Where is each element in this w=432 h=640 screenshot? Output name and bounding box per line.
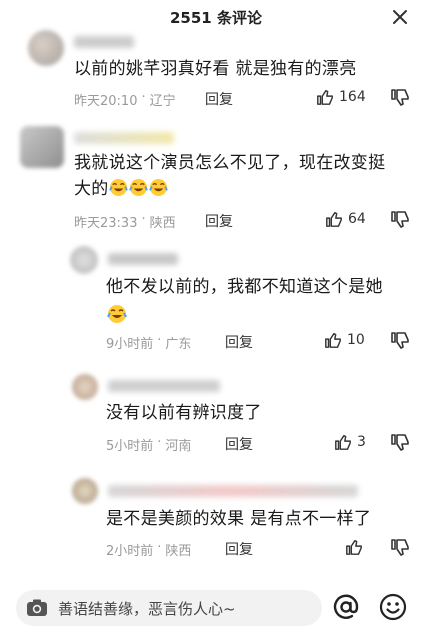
comment-meta: 2小时前 · 陕西 bbox=[106, 540, 192, 559]
comments-count-title: 2551 条评论 bbox=[170, 8, 262, 27]
thumb-down-icon[interactable] bbox=[390, 210, 410, 230]
avatar[interactable] bbox=[70, 246, 98, 274]
comment-location: 陕西 bbox=[165, 544, 192, 559]
like-count: 64 bbox=[348, 211, 366, 227]
close-icon[interactable] bbox=[390, 7, 410, 27]
username-blurred[interactable] bbox=[74, 132, 174, 144]
comment-time: 2小时前 bbox=[106, 544, 154, 559]
comment-text: 没有以前有辨识度了 bbox=[106, 403, 262, 423]
comment-meta: 9小时前 · 广东 bbox=[106, 333, 192, 352]
laugh-cry-emoji-icon bbox=[128, 178, 148, 197]
comment-time: 9小时前 bbox=[106, 337, 154, 352]
thumb-down-icon[interactable] bbox=[390, 433, 410, 453]
thumb-up-icon bbox=[325, 332, 341, 348]
comment-time: 昨天20:10 bbox=[74, 94, 138, 109]
thumb-up-icon bbox=[346, 539, 362, 555]
comment-text-line2-text: 大的 bbox=[74, 179, 109, 199]
comment-text-line2: 大的 bbox=[74, 176, 169, 202]
like-button[interactable] bbox=[345, 538, 368, 556]
reply-button[interactable]: 回复 bbox=[205, 211, 233, 231]
comment-text: 是不是美颜的效果 是有点不一样了 bbox=[106, 509, 372, 529]
reply-item: 没有以前有辨识度了 5小时前 · 河南 回复 3 bbox=[0, 370, 432, 466]
reply-button[interactable]: 回复 bbox=[205, 89, 233, 109]
like-count: 3 bbox=[357, 434, 366, 450]
comment-time: 5小时前 bbox=[106, 439, 154, 454]
reply-button[interactable]: 回复 bbox=[225, 332, 253, 352]
username-blurred[interactable] bbox=[108, 485, 358, 497]
thumb-down-icon[interactable] bbox=[390, 88, 410, 108]
avatar[interactable] bbox=[28, 30, 64, 66]
comment-item: 我就说这个演员怎么不见了，现在改变挺 大的 昨天23:33 · 陕西 回复 64 bbox=[0, 122, 432, 234]
thumb-up-icon bbox=[317, 89, 333, 105]
laugh-cry-emoji-icon bbox=[108, 178, 128, 197]
comment-location: 陕西 bbox=[149, 216, 176, 231]
like-count: 164 bbox=[339, 89, 366, 105]
thumb-down-icon[interactable] bbox=[390, 538, 410, 558]
reply-item: 是不是美颜的效果 是有点不一样了 2小时前 · 陕西 回复 bbox=[0, 476, 432, 572]
comment-time: 昨天23:33 bbox=[74, 216, 138, 231]
like-button[interactable]: 164 bbox=[316, 88, 366, 106]
comment-location: 辽宁 bbox=[149, 94, 176, 109]
comment-meta: 昨天20:10 · 辽宁 bbox=[74, 90, 176, 109]
comment-text: 他不发以前的，我都不知道这个是她 bbox=[106, 277, 383, 297]
avatar[interactable] bbox=[72, 374, 98, 400]
avatar[interactable] bbox=[72, 478, 98, 504]
comment-item: 以前的姚芊羽真好看 就是独有的漂亮 昨天20:10 · 辽宁 回复 164 bbox=[0, 26, 432, 116]
thumb-up-icon bbox=[335, 434, 351, 450]
comment-text-line1: 我就说这个演员怎么不见了，现在改变挺 bbox=[74, 153, 386, 173]
reply-button[interactable]: 回复 bbox=[225, 434, 253, 454]
comment-input[interactable]: 善语结善缘，恶言伤人心~ bbox=[16, 590, 322, 626]
camera-icon[interactable] bbox=[26, 598, 48, 618]
like-button[interactable]: 10 bbox=[324, 331, 365, 349]
like-count: 10 bbox=[347, 332, 365, 348]
comment-input-placeholder: 善语结善缘，恶言伤人心~ bbox=[58, 599, 236, 618]
thumb-up-icon bbox=[326, 211, 342, 227]
at-icon[interactable] bbox=[332, 593, 360, 621]
comment-text: 以前的姚芊羽真好看 就是独有的漂亮 bbox=[74, 59, 357, 79]
smile-icon[interactable] bbox=[379, 593, 407, 621]
reply-item: 他不发以前的，我都不知道这个是她 9小时前 · 广东 回复 10 bbox=[0, 244, 432, 364]
avatar[interactable] bbox=[20, 126, 64, 168]
username-blurred[interactable] bbox=[74, 36, 134, 48]
comment-input-bar: 善语结善缘，恶言伤人心~ bbox=[0, 586, 432, 630]
laugh-cry-emoji-icon bbox=[148, 178, 168, 197]
like-button[interactable]: 64 bbox=[325, 210, 366, 228]
comment-meta: 5小时前 · 河南 bbox=[106, 435, 192, 454]
laugh-cry-emoji-icon bbox=[107, 305, 127, 323]
username-blurred[interactable] bbox=[108, 253, 178, 265]
reply-button[interactable]: 回复 bbox=[225, 539, 253, 559]
username-blurred[interactable] bbox=[108, 380, 220, 392]
comment-location: 广东 bbox=[165, 337, 192, 352]
thumb-down-icon[interactable] bbox=[390, 331, 410, 351]
like-button[interactable]: 3 bbox=[334, 433, 366, 451]
comment-location: 河南 bbox=[165, 439, 192, 454]
comment-meta: 昨天23:33 · 陕西 bbox=[74, 212, 176, 231]
